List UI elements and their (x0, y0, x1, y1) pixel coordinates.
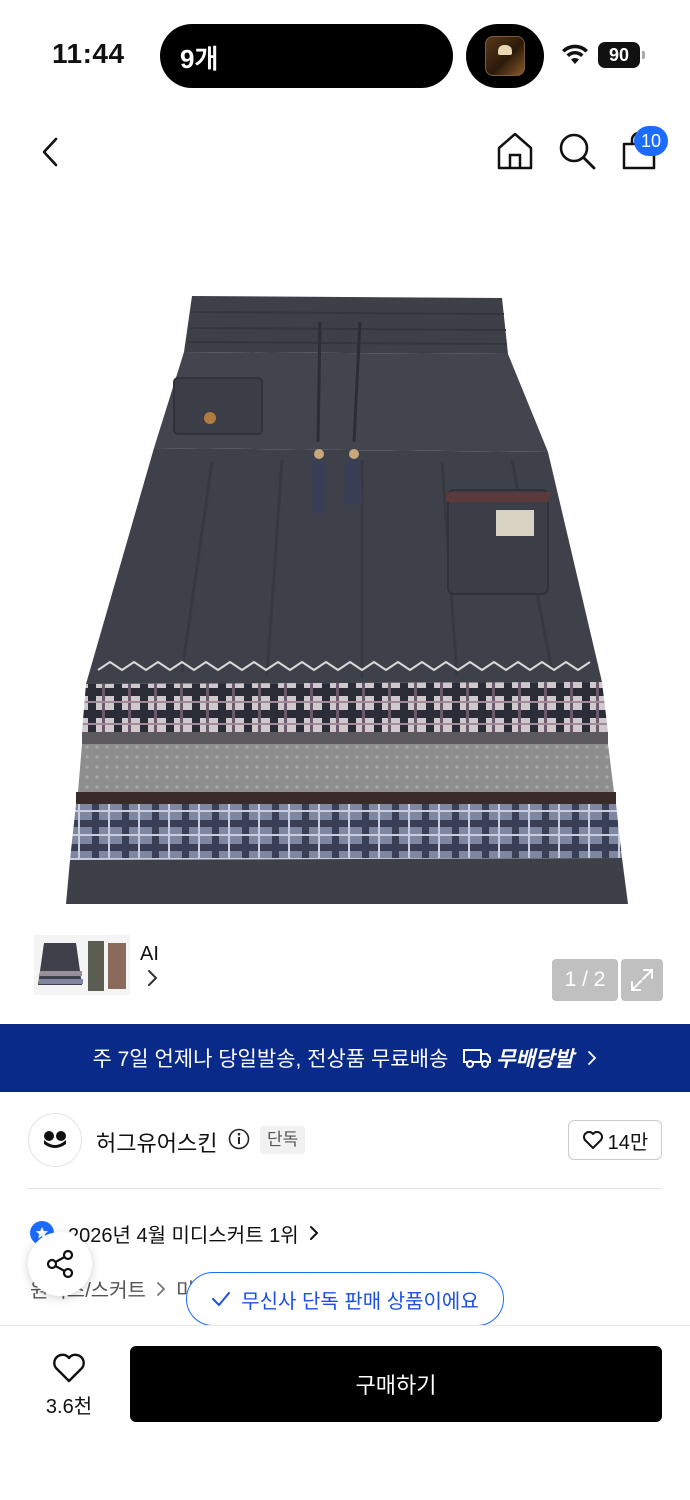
promo-text: 주 7일 언제나 당일발송, 전상품 무료배송 (92, 1048, 449, 1071)
truck-icon (463, 1049, 492, 1068)
expand-icon (631, 969, 653, 991)
status-time: 11:44 (52, 38, 125, 69)
back-arrow-icon (42, 137, 58, 167)
status-bar: 11:44 9개 90 (0, 0, 690, 110)
cart-count-badge: 10 (634, 126, 668, 156)
battery-icon: 90 (598, 42, 645, 68)
share-icon (46, 1249, 74, 1279)
home-icon[interactable] (494, 130, 536, 172)
island-text: 9개 (180, 44, 219, 74)
top-navigation (0, 110, 690, 194)
wifi-icon (562, 44, 588, 64)
chevron-right-icon (157, 1281, 166, 1296)
promo-logo-text: 무배당발 (496, 1048, 574, 1071)
brand-logo-icon (44, 1131, 66, 1148)
bottom-action-bar: 3.6천 구매하기 (0, 1325, 690, 1500)
divider (28, 1188, 662, 1189)
ai-label: AI (140, 943, 159, 965)
brand-like-count: 14만 (607, 1131, 649, 1154)
album-art-icon (485, 36, 525, 76)
brand-name[interactable]: 허그유어스킨 (96, 1126, 217, 1158)
search-icon[interactable] (556, 130, 598, 172)
buy-button[interactable]: 구매하기 (130, 1346, 662, 1422)
expand-button[interactable] (621, 959, 663, 1001)
check-icon (212, 1292, 231, 1306)
exclusive-toast: 무신사 단독 판매 상품이에요 (186, 1272, 504, 1326)
heart-icon (53, 1353, 85, 1383)
wishlist-count: 3.6천 (45, 1396, 93, 1418)
ranking-text: 2026년 4월 미디스커트 1위 (68, 1224, 299, 1247)
chevron-right-icon (309, 1226, 319, 1240)
dynamic-island[interactable]: 9개 (160, 24, 453, 88)
promo-banner[interactable]: 주 7일 언제나 당일발송, 전상품 무료배송 무배당발 (0, 1024, 690, 1092)
info-icon[interactable] (228, 1128, 250, 1150)
exclusive-tag: 단독 (260, 1126, 306, 1154)
promo-logo: 무배당발 (462, 1043, 574, 1073)
heart-icon (582, 1131, 603, 1149)
thumbnail-image (34, 935, 130, 995)
share-button[interactable] (28, 1232, 92, 1296)
product-image[interactable] (62, 292, 632, 914)
brand-logo[interactable] (28, 1113, 82, 1167)
page-indicator: 1 / 2 (552, 959, 618, 1001)
brand-like-button[interactable]: 14만 (568, 1120, 662, 1160)
ai-styling-card[interactable]: AI (28, 929, 172, 1001)
back-button[interactable] (30, 130, 70, 174)
chevron-right-icon (587, 1051, 596, 1065)
toast-text: 무신사 단독 판매 상품이에요 (241, 1290, 479, 1313)
wishlist-button[interactable]: 3.6천 (36, 1352, 102, 1418)
now-playing-island[interactable] (466, 24, 544, 88)
chevron-right-icon (148, 970, 158, 986)
